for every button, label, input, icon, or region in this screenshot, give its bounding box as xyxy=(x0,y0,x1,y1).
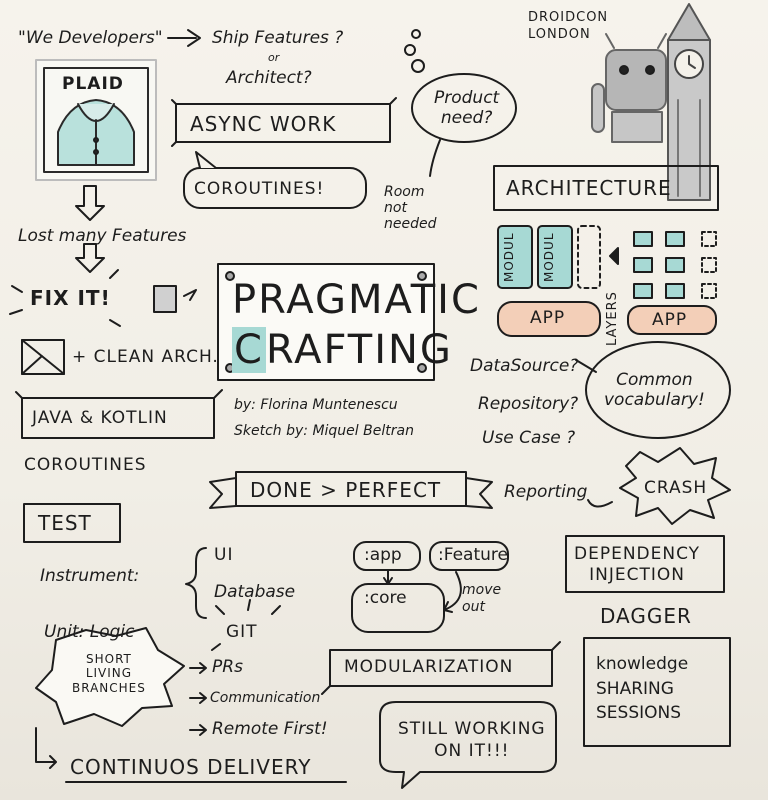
datasource-text: DataSource? xyxy=(470,356,579,376)
continuous-delivery-text: CONTINUOS DELIVERY xyxy=(70,755,312,779)
database-text: Database xyxy=(214,582,296,602)
async-work-text: ASYNC WORK xyxy=(190,112,337,136)
dagger-text: DAGGER xyxy=(600,604,692,628)
lost-features-text: Lost many Features xyxy=(18,226,187,246)
layers-grid xyxy=(633,231,717,299)
use-case-text: Use Case ? xyxy=(482,428,576,448)
dependency-injection-text: DEPENDENCY INJECTION xyxy=(574,544,701,586)
modularization-text: MODULARIZATION xyxy=(344,657,514,677)
ship-features-text: Ship Features ? xyxy=(212,28,344,48)
room-not-needed-text: Room not needed xyxy=(384,184,437,233)
layers-label: LAYERS xyxy=(605,291,620,346)
test-text: TEST xyxy=(38,511,92,535)
droidcon-text: DROIDCON LONDON xyxy=(528,10,609,42)
fix-it-text: FIX IT! xyxy=(30,286,111,310)
clean-arch-text: + CLEAN ARCH. xyxy=(72,347,219,367)
spool-icon xyxy=(153,285,177,313)
modul-label: MODUL xyxy=(502,232,516,282)
big-ben-icon xyxy=(667,3,711,201)
coroutines-bubble-text: COROUTINES! xyxy=(194,179,325,199)
feature-module-text: :Feature xyxy=(438,545,508,565)
crafting-initial: C xyxy=(232,327,266,373)
author-text: by: Florina Muntenescu xyxy=(234,397,398,413)
product-need-text: Product need? xyxy=(434,88,500,129)
sketch-author-text: Sketch by: Miquel Beltran xyxy=(234,423,414,439)
arrow-down-icon xyxy=(75,185,105,221)
unit-logic-text: Unit: Logic xyxy=(44,622,135,642)
done-perfect-text: DONE > PERFECT xyxy=(250,478,442,502)
crafting-rest: RAFTING xyxy=(265,327,453,373)
still-working-text: STILL WORKING ON IT!!! xyxy=(398,719,546,762)
remote-first-text: Remote First! xyxy=(212,719,328,739)
architect-text: Architect? xyxy=(226,68,312,88)
move-out-text: move out xyxy=(462,582,502,615)
short-living-branches-text: SHORT LIVING BRANCHES xyxy=(72,652,146,695)
or-text: or xyxy=(268,51,280,64)
coroutines-text: COROUTINES xyxy=(24,455,147,475)
app-module-text: :app xyxy=(364,545,402,565)
crash-text: CRASH xyxy=(644,478,708,498)
core-module-text: :core xyxy=(364,588,407,608)
instrument-text: Instrument: xyxy=(40,566,140,586)
java-kotlin-text: JAVA & KOTLIN xyxy=(32,408,168,428)
plaid-text: PLAID xyxy=(62,74,124,94)
prs-text: PRs xyxy=(212,657,243,677)
repository-text: Repository? xyxy=(478,394,579,414)
ui-text: UI xyxy=(214,545,234,565)
modul-label: MODUL xyxy=(542,232,556,282)
android-robot-icon xyxy=(591,33,667,143)
knowledge-sharing-text: knowledge SHARING SESSIONS xyxy=(596,654,689,724)
pragmatic-title: PRAGMATIC xyxy=(232,277,481,323)
communication-text: Communication xyxy=(210,690,321,706)
architecture-text: ARCHITECTURE xyxy=(506,176,672,200)
common-vocabulary-text: Common vocabulary! xyxy=(604,370,705,411)
arrow-down-icon xyxy=(75,243,105,273)
app-right-label: APP xyxy=(652,310,688,330)
arrow-right-icon xyxy=(167,29,201,47)
app-left-label: APP xyxy=(530,308,566,328)
sketchnote-page: "We Developers" Ship Features ? or Archi… xyxy=(0,0,768,800)
git-text: GIT xyxy=(226,622,258,642)
we-developers-text: "We Developers" xyxy=(18,28,163,48)
reporting-text: Reporting xyxy=(504,482,588,502)
crafting-title: CRAFTING xyxy=(232,327,453,373)
